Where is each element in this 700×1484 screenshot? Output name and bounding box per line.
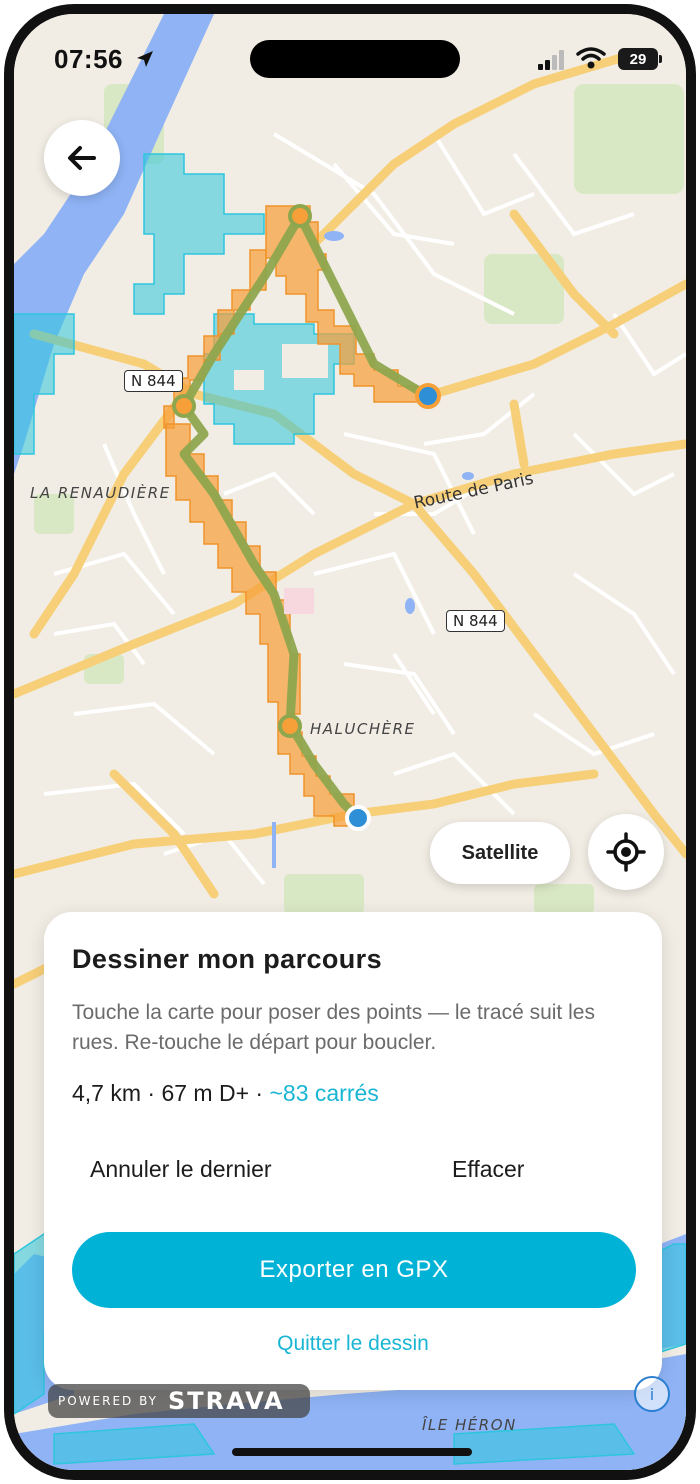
card-description: Touche la carte pour poser des points — …	[72, 1001, 595, 1054]
route-stats-squares: ~83 carrés	[269, 1080, 379, 1106]
export-gpx-button[interactable]: Exporter en GPX	[72, 1232, 636, 1308]
phone-frame: LA RENAUDIÈRE HALUCHÈRE ÎLE HÉRON Route …	[4, 4, 696, 1480]
location-arrow-icon	[137, 51, 153, 67]
dynamic-island	[250, 40, 460, 78]
signal-icon	[538, 50, 564, 70]
undo-last-button[interactable]: Annuler le dernier	[90, 1156, 272, 1183]
powered-by-label: POWERED BY	[58, 1394, 159, 1408]
locate-button[interactable]	[588, 814, 664, 890]
clear-button[interactable]: Effacer	[452, 1156, 524, 1183]
label-haluchere: HALUCHÈRE	[310, 720, 416, 738]
battery-indicator: 29	[618, 48, 662, 70]
home-indicator	[232, 1448, 472, 1456]
powered-by-strava-badge: POWERED BY STRAVA	[48, 1384, 310, 1418]
wifi-icon	[576, 47, 606, 69]
label-ile-heron: ÎLE HÉRON	[422, 1416, 517, 1434]
hospital-area	[284, 588, 314, 614]
route-stats: 4,7 km · 67 m D+ · ~83 carrés	[72, 1080, 379, 1107]
road-shield-n844-left: N 844	[124, 370, 183, 392]
draw-route-card: Dessiner mon parcours Touche la carte po…	[44, 912, 662, 1390]
card-title: Dessiner mon parcours	[72, 944, 383, 974]
strava-logo: STRAVA	[168, 1387, 285, 1415]
status-time: 07:56	[54, 44, 123, 74]
crosshair-icon	[606, 832, 646, 872]
info-icon[interactable]: i	[634, 1376, 670, 1412]
back-arrow-icon	[68, 146, 96, 170]
route-stats-distance: 4,7 km · 67 m D+ ·	[72, 1080, 270, 1106]
quit-drawing-link[interactable]: Quitter le dessin	[44, 1332, 662, 1356]
satellite-button[interactable]: Satellite	[430, 822, 570, 884]
screen: LA RENAUDIÈRE HALUCHÈRE ÎLE HÉRON Route …	[14, 14, 686, 1470]
road-shield-n844-right: N 844	[446, 610, 505, 632]
label-la-renaudiere: LA RENAUDIÈRE	[30, 484, 171, 502]
back-button[interactable]	[44, 120, 120, 196]
